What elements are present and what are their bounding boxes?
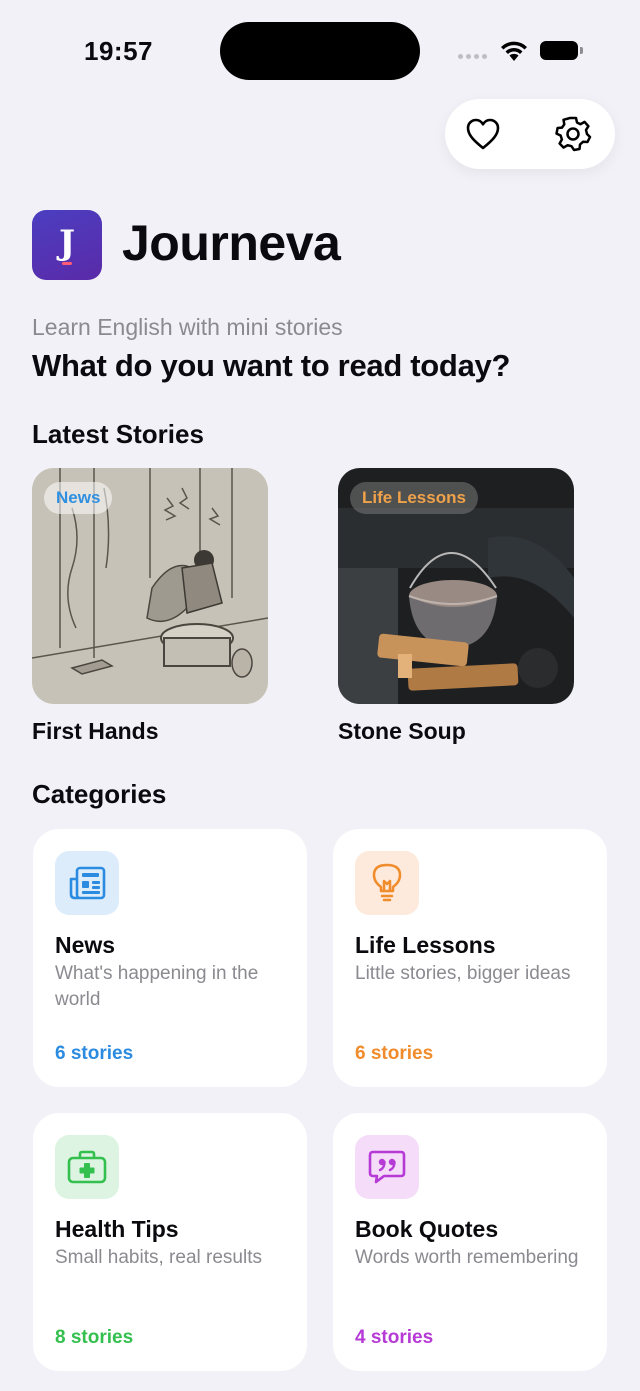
category-card-life-lessons[interactable]: Life Lessons Little stories, bigger idea…: [333, 829, 607, 1087]
story-badge: Life Lessons: [350, 482, 478, 514]
latest-stories-title: Latest Stories: [32, 419, 204, 449]
story-card-stone-soup[interactable]: Life Lessons Stone Soup: [338, 468, 574, 745]
category-story-count: 6 stories: [355, 1043, 434, 1064]
category-story-count: 6 stories: [55, 1043, 134, 1064]
gear-icon: [555, 116, 592, 152]
cellular-signal-icon: [458, 54, 487, 59]
quote-bubble-icon: [355, 1135, 419, 1199]
categories-title: Categories: [32, 779, 167, 809]
category-story-count: 4 stories: [355, 1327, 434, 1348]
status-time: 19:57: [84, 36, 153, 66]
lightbulb-icon: [355, 851, 419, 915]
category-description: Words worth remembering: [355, 1247, 579, 1268]
category-card-news[interactable]: News What's happening in the world 6 sto…: [33, 829, 307, 1087]
subtitle: Learn English with mini stories: [32, 314, 343, 340]
heart-icon: [466, 118, 500, 150]
category-story-count: 8 stories: [55, 1327, 134, 1348]
favorites-button[interactable]: [463, 114, 503, 154]
top-actions: [445, 99, 615, 169]
story-card-first-hands[interactable]: News First Hands: [32, 468, 268, 745]
category-description: What's happening in the world: [55, 963, 259, 1010]
story-title: Stone Soup: [338, 718, 466, 744]
category-card-book-quotes[interactable]: Book Quotes Words worth remembering 4 st…: [333, 1113, 607, 1371]
app-title: Journeva: [122, 215, 341, 271]
headline: What do you want to read today?: [32, 348, 511, 383]
category-description: Small habits, real results: [55, 1247, 262, 1268]
story-title: First Hands: [32, 718, 159, 744]
category-card-health-tips[interactable]: Health Tips Small habits, real results 8…: [33, 1113, 307, 1371]
logo-accent: [62, 261, 72, 265]
story-image: Life Lessons: [338, 468, 574, 704]
category-name: Health Tips: [55, 1216, 179, 1242]
first-aid-kit-icon: [55, 1135, 119, 1199]
category-name: Book Quotes: [355, 1216, 499, 1242]
app-logo: J: [32, 210, 102, 280]
app-logo-letter: J: [58, 222, 76, 263]
story-image: News: [32, 468, 268, 704]
wifi-icon: [501, 41, 527, 61]
category-description: Little stories, bigger ideas: [355, 963, 571, 984]
settings-button[interactable]: [553, 114, 593, 154]
category-name: News: [55, 932, 116, 958]
category-name: Life Lessons: [355, 932, 496, 958]
battery-icon: [540, 41, 583, 60]
home-screen: 19:57 J Journeva Learn English with mini: [0, 0, 640, 1391]
dynamic-island: [220, 22, 420, 80]
newspaper-icon: [55, 851, 119, 915]
story-badge: News: [44, 482, 113, 514]
